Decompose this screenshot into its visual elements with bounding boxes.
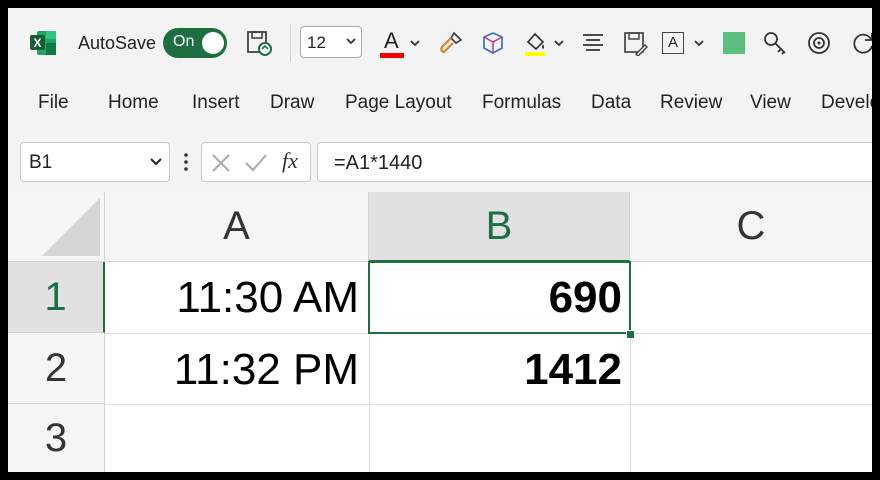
- tab-view[interactable]: View: [750, 92, 791, 114]
- cell-c3[interactable]: [630, 404, 872, 472]
- cell-b1[interactable]: 690: [368, 261, 631, 334]
- cell-a2[interactable]: 11:32 PM: [105, 333, 369, 404]
- chevron-down-icon: [345, 34, 357, 53]
- save-sync-icon[interactable]: [243, 28, 275, 58]
- insert-function-icon[interactable]: fx: [282, 148, 298, 174]
- quick-access-toolbar: X AutoSave On 12 A A: [8, 8, 872, 80]
- cell-c2[interactable]: [630, 333, 872, 404]
- formula-text: =A1*1440: [334, 152, 423, 174]
- chevron-down-icon[interactable]: [690, 28, 708, 58]
- row-header-2[interactable]: 2: [8, 333, 105, 404]
- formula-input[interactable]: =A1*1440: [317, 142, 872, 182]
- cancel-icon[interactable]: [211, 153, 231, 178]
- 3d-box-icon[interactable]: [478, 28, 508, 58]
- cell-c1[interactable]: [630, 262, 872, 333]
- autosave-toggle[interactable]: On: [163, 28, 227, 58]
- fill-color-icon[interactable]: [520, 28, 550, 58]
- tab-review[interactable]: Review: [660, 92, 722, 114]
- tab-file[interactable]: File: [38, 92, 69, 114]
- enter-check-icon[interactable]: [244, 153, 268, 178]
- excel-logo-icon: X: [28, 28, 58, 58]
- name-box[interactable]: B1: [20, 142, 170, 182]
- target-icon[interactable]: [804, 28, 834, 58]
- cell-a1[interactable]: 11:30 AM: [105, 262, 369, 333]
- toggle-knob: [202, 32, 224, 54]
- svg-text:X: X: [33, 36, 41, 50]
- column-header-b[interactable]: B: [369, 192, 630, 262]
- cell-b3[interactable]: [369, 404, 630, 472]
- tab-data[interactable]: Data: [591, 92, 631, 114]
- more-options-icon[interactable]: [183, 152, 189, 177]
- font-size-select[interactable]: 12: [300, 26, 362, 58]
- autosave-label: AutoSave: [78, 33, 157, 53]
- chevron-down-icon[interactable]: [149, 155, 163, 174]
- cell-a3[interactable]: [105, 404, 369, 472]
- name-box-value: B1: [29, 152, 53, 173]
- tab-developer[interactable]: Develo: [821, 92, 872, 114]
- chevron-down-icon[interactable]: [550, 28, 568, 58]
- font-color-icon[interactable]: A: [380, 28, 406, 58]
- key-icon[interactable]: [760, 28, 790, 58]
- row-header-3[interactable]: 3: [8, 404, 105, 472]
- font-color-swatch: [380, 53, 404, 58]
- align-icon[interactable]: [578, 28, 608, 58]
- select-all-corner[interactable]: [8, 192, 105, 262]
- tab-draw[interactable]: Draw: [270, 92, 314, 114]
- tab-formulas[interactable]: Formulas: [482, 92, 561, 114]
- autosave-state-label: On: [173, 33, 195, 50]
- save-form-icon[interactable]: [620, 28, 650, 58]
- font-size-value: 12: [307, 33, 326, 52]
- green-square-icon[interactable]: [723, 32, 745, 54]
- formula-buttons: fx: [201, 142, 311, 182]
- format-painter-icon[interactable]: [436, 28, 466, 58]
- column-header-a[interactable]: A: [105, 192, 369, 262]
- tab-home[interactable]: Home: [108, 92, 159, 114]
- chevron-down-icon[interactable]: [406, 28, 424, 58]
- excel-window: X AutoSave On 12 A A File Home Insert Dr…: [8, 8, 872, 472]
- row-header-1[interactable]: 1: [8, 262, 105, 333]
- tab-insert[interactable]: Insert: [192, 92, 240, 114]
- refresh-icon[interactable]: [848, 28, 872, 58]
- cell-b2[interactable]: 1412: [369, 333, 630, 404]
- tab-page-layout[interactable]: Page Layout: [345, 92, 452, 114]
- column-header-c[interactable]: C: [630, 192, 872, 262]
- toolbar-divider: [290, 24, 291, 62]
- text-box-icon[interactable]: A: [662, 32, 684, 54]
